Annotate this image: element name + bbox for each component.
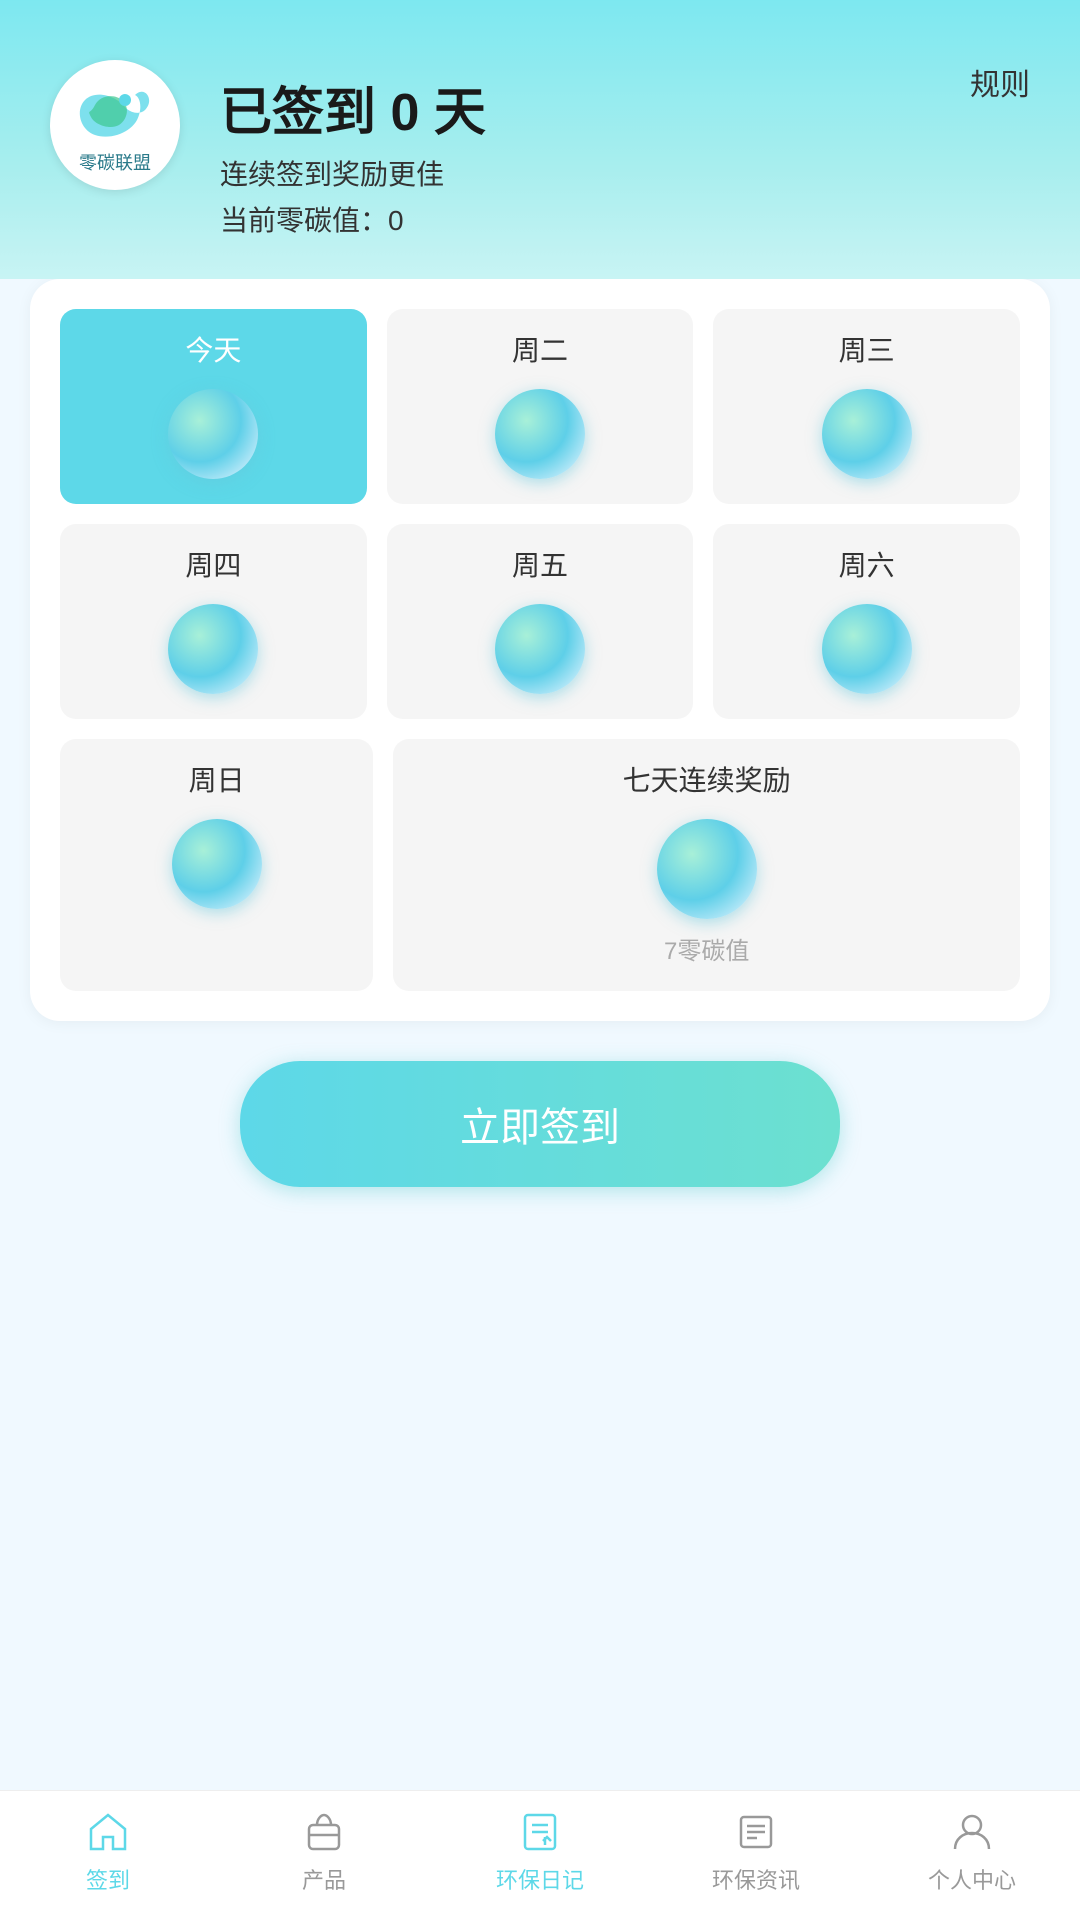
- orb-reward: [657, 819, 757, 919]
- days-row-1: 今天 周二 周三: [60, 309, 1020, 504]
- main-content: 今天 周二 周三 周四 周五 周六: [0, 279, 1080, 1790]
- logo-text: 零碳联盟: [79, 149, 151, 175]
- days-row-2: 周四 周五 周六: [60, 524, 1020, 719]
- day-label-sun: 周日: [189, 759, 245, 799]
- nav-item-product[interactable]: 产品: [216, 1807, 432, 1895]
- rules-button[interactable]: 规则: [970, 60, 1030, 104]
- header-carbon: 当前零碳值：0: [220, 199, 486, 239]
- diary-icon: [515, 1807, 565, 1857]
- header-info: 已签到 0 天 连续签到奖励更佳 当前零碳值：0: [220, 60, 486, 239]
- checkin-button[interactable]: 立即签到: [240, 1061, 840, 1187]
- header: 零碳联盟 已签到 0 天 连续签到奖励更佳 当前零碳值：0 规则: [0, 0, 1080, 279]
- day-cell-tue[interactable]: 周二: [387, 309, 694, 504]
- days-row-3: 周日 七天连续奖励 7零碳值: [60, 739, 1020, 991]
- day-cell-reward[interactable]: 七天连续奖励 7零碳值: [393, 739, 1020, 991]
- day-cell-thu[interactable]: 周四: [60, 524, 367, 719]
- orb-sat: [822, 604, 912, 694]
- home-icon: [83, 1807, 133, 1857]
- day-label-today: 今天: [185, 329, 241, 369]
- nav-item-checkin[interactable]: 签到: [0, 1807, 216, 1895]
- reward-value: 7零碳值: [664, 931, 749, 966]
- reward-label: 七天连续奖励: [623, 759, 791, 799]
- day-label-wed: 周三: [839, 329, 895, 369]
- nav-label-diary: 环保日记: [496, 1863, 584, 1895]
- header-title: 已签到 0 天: [220, 70, 486, 145]
- nav-label-news: 环保资讯: [712, 1863, 800, 1895]
- days-card: 今天 周二 周三 周四 周五 周六: [30, 279, 1050, 1021]
- day-cell-sun[interactable]: 周日: [60, 739, 373, 991]
- day-label-fri: 周五: [512, 544, 568, 584]
- day-cell-wed[interactable]: 周三: [713, 309, 1020, 504]
- day-cell-sat[interactable]: 周六: [713, 524, 1020, 719]
- day-label-thu: 周四: [185, 544, 241, 584]
- nav-label-product: 产品: [302, 1863, 346, 1895]
- nav-label-profile: 个人中心: [928, 1863, 1016, 1895]
- orb-today: [168, 389, 258, 479]
- header-subtitle: 连续签到奖励更佳: [220, 153, 486, 193]
- bag-icon: [299, 1807, 349, 1857]
- day-label-sat: 周六: [839, 544, 895, 584]
- orb-tue: [495, 389, 585, 479]
- day-cell-today[interactable]: 今天: [60, 309, 367, 504]
- profile-icon: [947, 1807, 997, 1857]
- nav-item-profile[interactable]: 个人中心: [864, 1807, 1080, 1895]
- logo: 零碳联盟: [50, 60, 180, 190]
- nav-label-checkin: 签到: [86, 1863, 130, 1895]
- orb-thu: [168, 604, 258, 694]
- orb-sun: [172, 819, 262, 909]
- nav-item-diary[interactable]: 环保日记: [432, 1807, 648, 1895]
- news-icon: [731, 1807, 781, 1857]
- day-label-tue: 周二: [512, 329, 568, 369]
- nav-item-news[interactable]: 环保资讯: [648, 1807, 864, 1895]
- bottom-nav: 签到 产品 环保日记: [0, 1790, 1080, 1920]
- orb-fri: [495, 604, 585, 694]
- orb-wed: [822, 389, 912, 479]
- day-cell-fri[interactable]: 周五: [387, 524, 694, 719]
